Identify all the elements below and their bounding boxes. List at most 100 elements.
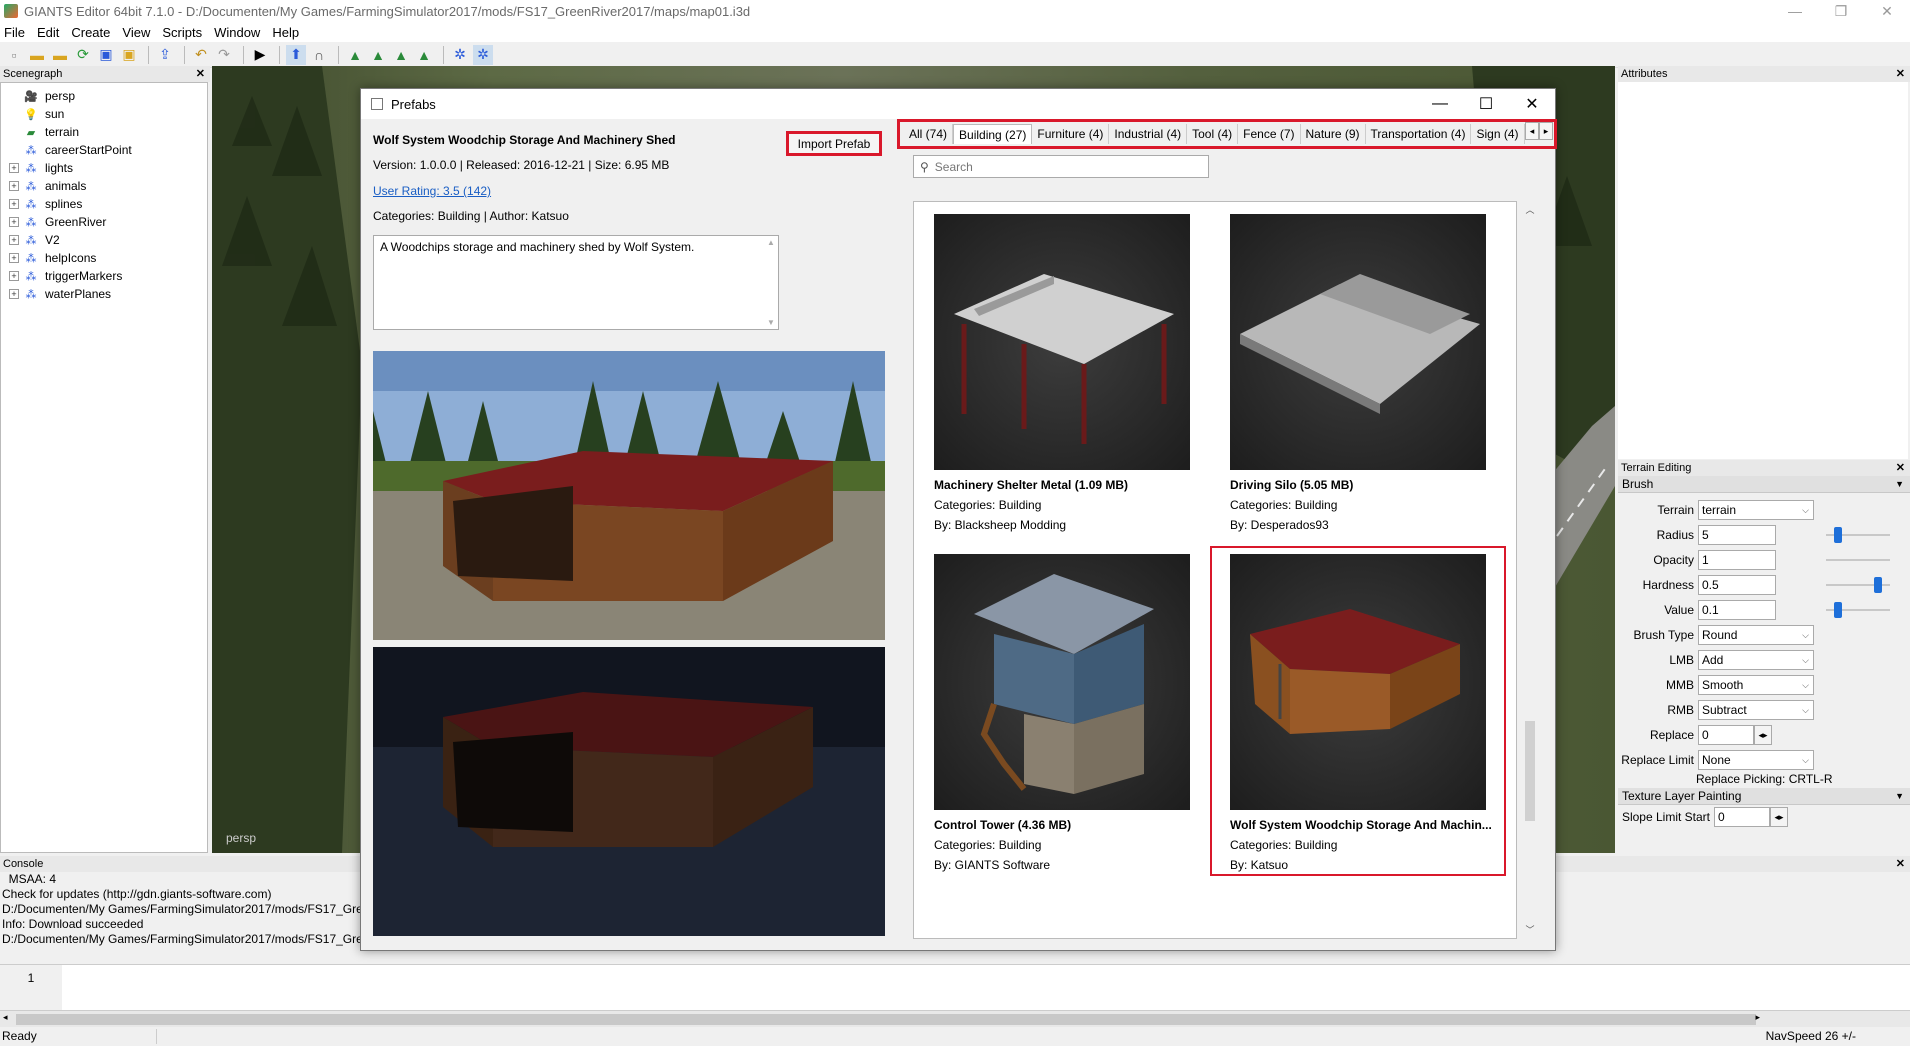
tab-scroll-right-icon[interactable]: ▸ (1539, 122, 1553, 140)
redo-icon[interactable]: ↷ (214, 45, 234, 65)
minimize-button[interactable]: — (1417, 89, 1463, 119)
prefab-description[interactable]: A Woodchips storage and machinery shed b… (373, 235, 779, 330)
scrollbar-thumb[interactable] (1525, 721, 1535, 821)
scenegraph-item-terrain[interactable]: ▰ terrain (1, 123, 207, 141)
menu-scripts[interactable]: Scripts (162, 25, 202, 40)
close-button[interactable]: ✕ (1864, 0, 1910, 22)
tab-all[interactable]: All (74) (904, 124, 954, 144)
hardness-input[interactable]: 0.5 (1698, 574, 1776, 595)
foliage-paint-icon[interactable]: ▲ (391, 45, 411, 65)
close-button[interactable]: ✕ (1509, 89, 1555, 119)
maximize-button[interactable]: ☐ (1463, 89, 1509, 119)
prefab-card[interactable]: Wolf System Woodchip Storage And Machin.… (1210, 546, 1506, 876)
scenegraph-item-waterPlanes[interactable]: + ⁂ waterPlanes (1, 285, 207, 303)
open-folder-icon[interactable]: ▬ (27, 45, 47, 65)
brush-section-header[interactable]: Brush ▼ (1618, 476, 1910, 493)
prefab-card[interactable]: Driving Silo (5.05 MB) Categories: Buildi… (1210, 206, 1506, 536)
horizontal-scrollbar[interactable]: ◂ ▸ (0, 1010, 1910, 1027)
save-icon[interactable]: ▣ (96, 45, 116, 65)
scenegraph-item-triggerMarkers[interactable]: + ⁂ triggerMarkers (1, 267, 207, 285)
slope-limit-input[interactable]: 0 (1714, 807, 1770, 827)
scenegraph-tree[interactable]: 🎥 persp 💡 sun ▰ terrain ⁂ careerStartPoint + ⁂ lig… (0, 82, 208, 853)
prefabs-icon[interactable]: ✲ (473, 44, 493, 65)
tab-nature[interactable]: Nature (9) (1301, 124, 1366, 144)
mmb-select[interactable]: Smooth ⌵ (1698, 674, 1814, 695)
close-icon[interactable]: ✕ (1896, 856, 1910, 872)
tab-furniture[interactable]: Furniture (4) (1032, 124, 1110, 144)
scroll-right-icon[interactable]: ▸ (1755, 1012, 1760, 1023)
close-icon[interactable]: ✕ (196, 66, 210, 82)
expand-icon[interactable]: + (9, 199, 19, 209)
close-icon[interactable]: ✕ (1896, 66, 1910, 82)
undo-icon[interactable]: ↶ (191, 45, 211, 65)
radius-slider[interactable] (1826, 526, 1890, 543)
new-file-icon[interactable]: ▫ (4, 45, 24, 65)
texture-layer-section-header[interactable]: Texture Layer Painting ▼ (1618, 788, 1910, 805)
terrain-sculpt-icon[interactable]: ▲ (345, 45, 365, 65)
minimize-button[interactable]: — (1772, 0, 1818, 22)
menu-window[interactable]: Window (214, 25, 260, 40)
expand-icon[interactable]: + (9, 235, 19, 245)
scrollbar-thumb[interactable] (16, 1014, 1756, 1025)
spin-arrows-icon[interactable]: ◂▸ (1770, 807, 1788, 827)
scenegraph-item-careerStartPoint[interactable]: ⁂ careerStartPoint (1, 141, 207, 159)
search-input[interactable]: ⚲ Search (913, 155, 1209, 178)
info-layer-paint-icon[interactable]: ▲ (414, 45, 434, 65)
slider-handle[interactable] (1834, 526, 1842, 543)
terrain-paint-icon[interactable]: ▲ (368, 45, 388, 65)
scroll-up-icon[interactable]: ︿ (1521, 203, 1539, 217)
opacity-slider[interactable] (1826, 558, 1890, 561)
reload-icon[interactable]: ⟳ (73, 45, 93, 65)
prefab-card[interactable]: Machinery Shelter Metal (1.09 MB) Categor… (914, 206, 1210, 536)
value-slider[interactable] (1826, 601, 1890, 618)
close-icon[interactable]: ✕ (1896, 460, 1910, 476)
select-mode-icon[interactable]: ⬆ (286, 44, 306, 65)
scenegraph-item-animals[interactable]: + ⁂ animals (1, 177, 207, 195)
spin-arrows-icon[interactable]: ◂▸ (1754, 724, 1772, 745)
scenegraph-item-splines[interactable]: + ⁂ splines (1, 195, 207, 213)
collapse-icon[interactable]: ▼ (1895, 476, 1910, 492)
expand-icon[interactable]: + (9, 271, 19, 281)
value-input[interactable]: 0.1 (1698, 599, 1776, 620)
magnet-icon[interactable]: ∩ (309, 45, 329, 65)
user-rating-link[interactable]: User Rating: 3.5 (142) (373, 184, 491, 198)
settings-icon[interactable]: ✲ (450, 45, 470, 65)
tab-transportation[interactable]: Transportation (4) (1366, 124, 1472, 144)
expand-icon[interactable]: + (9, 289, 19, 299)
hardness-slider[interactable] (1826, 576, 1890, 593)
description-scrollbar[interactable]: ▲ ▼ (766, 238, 776, 327)
tab-fence[interactable]: Fence (7) (1238, 124, 1301, 144)
menu-help[interactable]: Help (272, 25, 299, 40)
slider-handle[interactable] (1874, 576, 1882, 593)
menu-view[interactable]: View (122, 25, 150, 40)
opacity-input[interactable]: 1 (1698, 549, 1776, 570)
radius-input[interactable]: 5 (1698, 524, 1776, 545)
scroll-down-icon[interactable]: ﹀ (1521, 923, 1539, 937)
script-editor[interactable]: 1 (0, 964, 1910, 1011)
tab-tool[interactable]: Tool (4) (1187, 124, 1239, 144)
expand-icon[interactable]: + (9, 181, 19, 191)
expand-icon[interactable]: + (9, 163, 19, 173)
menu-edit[interactable]: Edit (37, 25, 59, 40)
tab-industrial[interactable]: Industrial (4) (1109, 124, 1188, 144)
scenegraph-item-lights[interactable]: + ⁂ lights (1, 159, 207, 177)
menu-create[interactable]: Create (71, 25, 110, 40)
play-icon[interactable]: ▶ (250, 45, 270, 65)
scenegraph-item-V2[interactable]: + ⁂ V2 (1, 231, 207, 249)
scenegraph-item-GreenRiver[interactable]: + ⁂ GreenRiver (1, 213, 207, 231)
prefab-card[interactable]: Control Tower (4.36 MB) Categories: Build… (914, 546, 1210, 876)
scenegraph-item-helpIcons[interactable]: + ⁂ helpIcons (1, 249, 207, 267)
replace-limit-select[interactable]: None ⌵ (1698, 749, 1814, 770)
brush-type-select[interactable]: Round ⌵ (1698, 624, 1814, 645)
menu-file[interactable]: File (4, 25, 25, 40)
tab-sign[interactable]: Sign (4) (1471, 124, 1525, 144)
terrain-select[interactable]: terrain ⌵ (1698, 499, 1814, 520)
expand-icon[interactable]: + (9, 217, 19, 227)
open-recent-icon[interactable]: ▬ (50, 45, 70, 65)
collapse-icon[interactable]: ▼ (1895, 788, 1910, 804)
scenegraph-item-persp[interactable]: 🎥 persp (1, 87, 207, 105)
export-icon[interactable]: ▣ (119, 45, 139, 65)
restore-button[interactable]: ❐ (1818, 0, 1864, 22)
lmb-select[interactable]: Add ⌵ (1698, 649, 1814, 670)
replace-input[interactable]: 0 (1698, 724, 1754, 745)
